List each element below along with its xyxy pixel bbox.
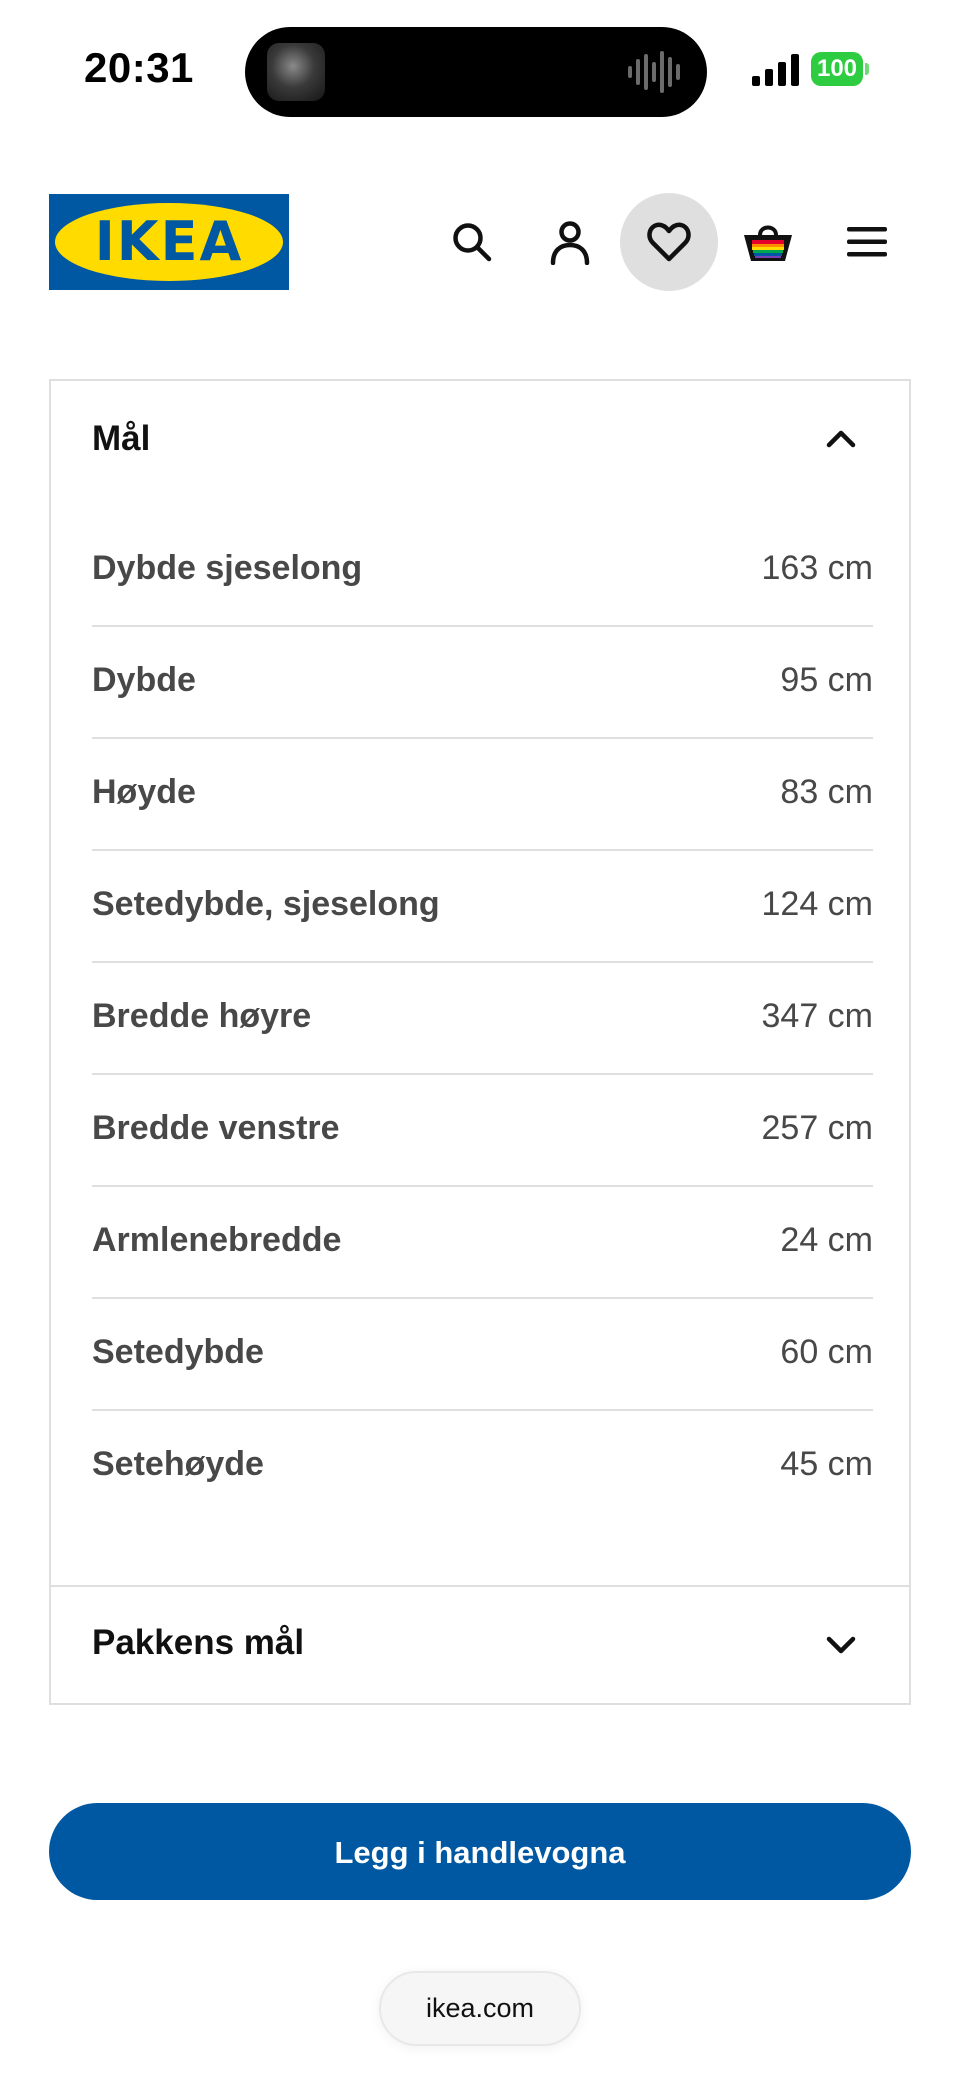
cart-basket-icon [744, 225, 792, 261]
battery-level: 100 [811, 52, 863, 86]
menu-icon [847, 227, 887, 257]
dimension-label: Høyde [92, 773, 196, 811]
dimension-label: Dybde [92, 661, 196, 699]
dimension-label: Setehøyde [92, 1445, 264, 1483]
dimension-value: 257 cm [761, 1109, 874, 1147]
dimension-row: Bredde venstre 257 cm [92, 1075, 873, 1187]
dimension-row: Armlenebredde 24 cm [92, 1187, 873, 1299]
dimension-value: 45 cm [780, 1445, 873, 1483]
dimension-label: Setedybde [92, 1333, 264, 1371]
dynamic-island[interactable] [245, 27, 707, 117]
dimension-row: Setedybde 60 cm [92, 1299, 873, 1411]
package-dimensions-title: Pakkens mål [92, 1623, 305, 1662]
account-icon [550, 221, 590, 265]
browser-url-bar[interactable]: ikea.com [379, 1971, 581, 2046]
dimension-value: 124 cm [761, 885, 874, 923]
battery-indicator: 100 [811, 52, 869, 86]
dimension-label: Setedybde, sjeselong [92, 885, 440, 923]
package-dimensions-toggle[interactable]: Pakkens mål [51, 1587, 909, 1703]
dimension-row: Dybde 95 cm [92, 627, 873, 739]
chevron-down-icon [826, 1636, 856, 1654]
dimension-value: 24 cm [780, 1221, 873, 1259]
dimensions-list: Dybde sjeselong 163 cm Dybde 95 cm Høyde… [92, 515, 873, 1523]
dimension-value: 95 cm [780, 661, 873, 699]
shopping-cart-button[interactable] [719, 193, 817, 291]
search-button[interactable] [423, 193, 521, 291]
dimension-row: Setehøyde 45 cm [92, 1411, 873, 1523]
add-to-cart-button[interactable]: Legg i handlevogna [49, 1803, 911, 1900]
status-time: 20:31 [84, 44, 194, 91]
dimension-row: Dybde sjeselong 163 cm [92, 515, 873, 627]
audio-waveform-icon [628, 51, 680, 93]
dimension-value: 163 cm [761, 549, 874, 587]
dimensions-section-toggle[interactable]: Mål [51, 381, 909, 497]
dimension-label: Bredde høyre [92, 997, 312, 1035]
dimension-value: 60 cm [780, 1333, 873, 1371]
dimensions-title: Mål [92, 419, 151, 458]
dimension-row: Setedybde, sjeselong 124 cm [92, 851, 873, 963]
site-header: IKEA [0, 190, 960, 291]
logo-text: IKEA [94, 210, 244, 273]
dimension-value: 347 cm [761, 997, 874, 1035]
battery-tip [865, 63, 869, 75]
status-bar: 20:31 100 [0, 0, 960, 140]
chevron-up-icon [826, 430, 856, 448]
dimension-value: 83 cm [780, 773, 873, 811]
product-dimensions-page: 20:31 100 IKEA Mål Dybde sjeselong 163 c… [0, 0, 960, 2081]
ikea-logo[interactable]: IKEA [49, 194, 289, 290]
cellular-signal-icon [752, 54, 799, 86]
account-button[interactable] [521, 193, 619, 291]
menu-button[interactable] [818, 193, 916, 291]
search-icon [453, 223, 492, 262]
dimension-label: Dybde sjeselong [92, 549, 363, 587]
dimension-label: Bredde venstre [92, 1109, 340, 1147]
dimension-row: Høyde 83 cm [92, 739, 873, 851]
wishlist-button[interactable] [620, 193, 718, 291]
dimension-row: Bredde høyre 347 cm [92, 963, 873, 1075]
heart-icon [647, 222, 691, 262]
dimension-label: Armlenebredde [92, 1221, 342, 1259]
dimensions-panel: Mål Dybde sjeselong 163 cm Dybde 95 cm H… [49, 379, 911, 1705]
now-playing-artwork [267, 43, 325, 101]
